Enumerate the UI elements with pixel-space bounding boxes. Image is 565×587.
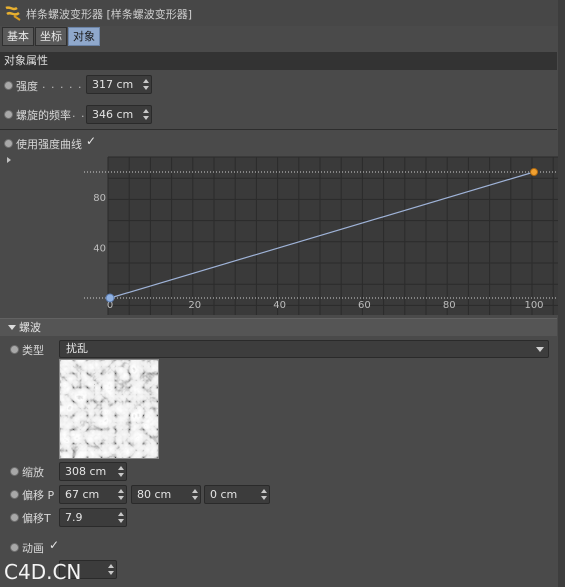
strength-value: 317 cm (92, 78, 134, 91)
offset-p-z-stepper-icon[interactable] (261, 489, 267, 500)
noise-type-animate-radio[interactable] (10, 345, 19, 354)
offset-p-x-stepper-icon[interactable] (118, 489, 124, 500)
scale-label: 缩放 (22, 466, 44, 479)
watermark: C4D.CN (4, 560, 82, 584)
x-tick-label: 100 (524, 300, 543, 311)
offset-p-x-value: 67 cm (65, 488, 100, 501)
offset-t-label: 偏移T (22, 512, 51, 525)
offset-p-y-stepper-icon[interactable] (192, 489, 198, 500)
tab-basic[interactable]: 基本 (2, 27, 34, 46)
noise-type-label: 类型 (22, 344, 44, 357)
use-curve-animate-radio[interactable] (4, 139, 13, 148)
x-tick-label: 20 (188, 300, 201, 311)
chevron-down-icon (536, 347, 544, 352)
curve-start-point[interactable] (105, 293, 115, 303)
frequency-field[interactable]: 346 cm (86, 105, 152, 124)
strength-curve-graph[interactable]: 40800 20 40 60 80 100 (84, 156, 558, 318)
spline-wrap-deformer-icon (4, 5, 22, 21)
offset-p-animate-radio[interactable] (10, 490, 19, 499)
y-tick-label: 80 (93, 193, 106, 204)
offset-p-label: 偏移 P (22, 489, 55, 502)
frequency-animate-radio[interactable] (4, 110, 13, 119)
x-tick-label: 80 (443, 300, 456, 311)
offset-t-value: 7.9 (65, 511, 83, 524)
use-curve-label: 使用强度曲线 (16, 138, 82, 151)
frequency-stepper-icon[interactable] (143, 109, 149, 120)
noise-texture-preview (59, 359, 159, 459)
x-tick-label: 60 (358, 300, 371, 311)
offset-p-y-value: 80 cm (137, 488, 172, 501)
offset-t-animate-radio[interactable] (10, 513, 19, 522)
strength-animate-radio[interactable] (4, 81, 13, 90)
frequency-value: 346 cm (92, 108, 134, 121)
x-tick-label: 40 (273, 300, 286, 311)
noise-type-dropdown[interactable]: 扰乱 (59, 340, 549, 358)
animate-checkbox[interactable]: ✓ (49, 538, 59, 552)
scale-animate-radio[interactable] (10, 467, 19, 476)
expand-arrow-icon[interactable] (7, 157, 11, 163)
scale-value: 308 cm (65, 465, 107, 478)
y-tick-label: 40 (93, 244, 106, 255)
offset-t-field[interactable]: 7.9 (59, 508, 127, 527)
scale-stepper-icon[interactable] (118, 466, 124, 477)
offset-p-x-field[interactable]: 67 cm (59, 485, 127, 504)
object-properties-header: 对象属性 (0, 52, 557, 70)
frequency-label: 螺旋的频率 (16, 109, 71, 122)
noise-section-header[interactable]: 螺波 (0, 318, 557, 336)
scrollbar[interactable] (558, 0, 565, 587)
tab-object[interactable]: 对象 (68, 27, 100, 46)
strength-curve-line (109, 171, 535, 299)
animate-label: 动画 (22, 542, 44, 555)
noise-header-label: 螺波 (19, 321, 41, 334)
offset-p-z-field[interactable]: 0 cm (204, 485, 270, 504)
frequency-dots: . . (72, 107, 86, 120)
window-title: 样条螺波变形器 [样条螺波变形器] (26, 8, 193, 21)
noise-type-value: 扰乱 (66, 342, 88, 355)
tab-bar: 基本 坐标 对象 (2, 27, 101, 46)
tab-coordinates[interactable]: 坐标 (35, 27, 67, 46)
strength-stepper-icon[interactable] (143, 79, 149, 90)
animate-animate-radio[interactable] (10, 543, 19, 552)
collapse-arrow-icon (8, 325, 16, 330)
use-curve-checkbox[interactable]: ✓ (86, 134, 96, 148)
strength-label: 强度 (16, 80, 38, 93)
offset-p-y-field[interactable]: 80 cm (131, 485, 201, 504)
offset-t-stepper-icon[interactable] (118, 512, 124, 523)
offset-p-z-value: 0 cm (210, 488, 238, 501)
divider (0, 129, 557, 130)
strength-field[interactable]: 317 cm (86, 75, 152, 94)
scale-field[interactable]: 308 cm (59, 462, 127, 481)
speed-stepper-icon[interactable] (108, 564, 114, 575)
curve-end-point[interactable] (530, 168, 538, 176)
